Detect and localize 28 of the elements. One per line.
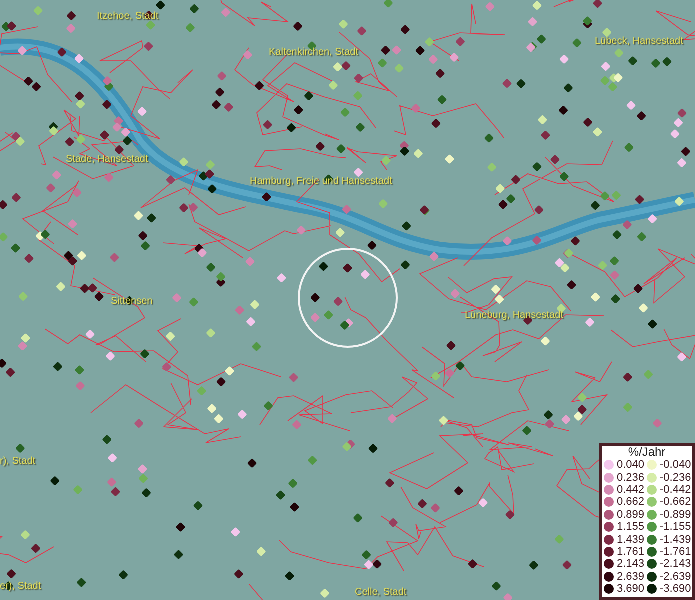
legend-label: -3.690 — [660, 583, 692, 596]
legend-label: 2.639 — [617, 570, 645, 583]
legend-label: 0.040 — [617, 459, 645, 472]
place-label: er), Stadt — [0, 581, 42, 593]
legend-label: 1.761 — [617, 546, 645, 558]
place-label: Lübeck, Hansestadt — [595, 36, 684, 48]
legend-label: -0.040 — [660, 459, 692, 472]
legend-label: 0.899 — [617, 508, 645, 521]
legend-label: -0.442 — [660, 484, 692, 496]
legend-label: 1.155 — [617, 521, 645, 534]
legend-label: 0.662 — [617, 496, 645, 508]
legend-label: 3.690 — [617, 583, 645, 596]
legend-label: 0.442 — [617, 484, 645, 496]
legend-label: -1.439 — [660, 534, 692, 546]
legend-label: 1.439 — [617, 534, 645, 546]
place-label: Kaltenkirchen, Stadt — [269, 47, 358, 59]
legend-label: -2.143 — [660, 558, 692, 570]
legend-title: %/Jahr — [627, 446, 667, 459]
legend-label: -1.155 — [660, 521, 692, 534]
legend-label: -0.662 — [660, 496, 692, 508]
legend-label: 2.143 — [617, 558, 645, 570]
place-label: r), Stadt — [0, 456, 36, 468]
legend-label: -2.639 — [660, 570, 692, 583]
legend-label: -0.236 — [660, 472, 692, 484]
legend-label: -1.761 — [660, 546, 692, 558]
legend-label: -0.899 — [660, 508, 692, 521]
legend-label: 0.236 — [617, 472, 645, 484]
place-label: Celle, Stadt — [355, 587, 407, 599]
